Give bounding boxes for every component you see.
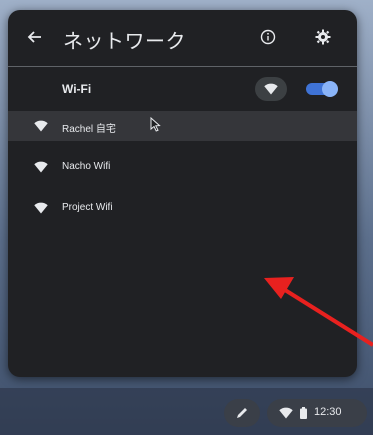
back-button[interactable] [20, 23, 48, 51]
mouse-cursor-icon [150, 117, 161, 132]
wifi-icon [34, 161, 48, 173]
status-tray[interactable]: 12:30 [267, 399, 367, 427]
page-title: ネットワーク [63, 31, 186, 53]
wifi-icon [279, 407, 293, 419]
network-panel: ネットワーク Wi-Fi Rachel 自宅 Nacho Wifi Projec… [8, 10, 357, 377]
gear-icon [315, 29, 331, 45]
info-icon [260, 29, 276, 45]
wifi-label: Wi-Fi [62, 82, 92, 96]
network-name: Project Wifi [62, 202, 113, 213]
wifi-icon [264, 83, 278, 95]
settings-button[interactable] [309, 23, 337, 51]
arrow-left-icon [27, 31, 41, 43]
battery-icon [300, 407, 307, 419]
wifi-toggle[interactable] [306, 81, 338, 97]
network-list: Rachel 自宅 Nacho Wifi Project Wifi [8, 111, 357, 234]
wifi-icon [34, 202, 48, 214]
network-name: Rachel 自宅 [62, 124, 116, 135]
stylus-button[interactable] [224, 399, 260, 427]
wifi-status-button[interactable] [255, 77, 287, 101]
wifi-icon [34, 120, 48, 132]
network-name: Nacho Wifi [62, 161, 111, 172]
network-item-project[interactable]: Project Wifi [8, 193, 357, 223]
clock: 12:30 [314, 406, 342, 418]
wifi-toggle-knob [322, 81, 338, 97]
info-button[interactable] [254, 23, 282, 51]
panel-header: ネットワーク [8, 10, 357, 64]
network-item-nacho[interactable]: Nacho Wifi [8, 152, 357, 182]
stylus-icon [237, 408, 247, 418]
network-item-rachel[interactable]: Rachel 自宅 [8, 111, 357, 141]
header-divider [8, 66, 357, 67]
wifi-row: Wi-Fi [8, 72, 357, 106]
